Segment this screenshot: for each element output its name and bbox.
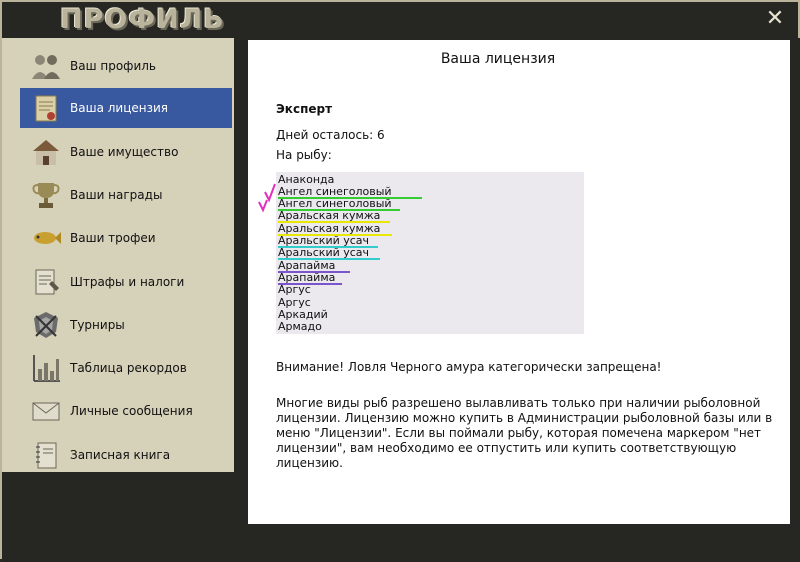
license-level: Эксперт: [276, 102, 333, 116]
fish-trophy-icon: [24, 219, 68, 257]
sidebar-item-notebook[interactable]: Записная книга: [20, 435, 232, 475]
sidebar-item-label: Ваша лицензия: [70, 101, 168, 115]
highlight-underline: [278, 271, 350, 273]
highlight-underline: [278, 283, 342, 285]
bar-chart-icon: [24, 349, 68, 387]
sidebar-item-label: Штрафы и налоги: [70, 275, 185, 289]
list-item[interactable]: Армадо: [278, 321, 322, 333]
sidebar-item-label: Ваши трофеи: [70, 231, 156, 245]
highlight-underline: [278, 234, 392, 236]
tournament-emblem-icon: [24, 306, 68, 344]
sidebar-item-label: Ваши награды: [70, 188, 163, 202]
sidebar: Ваш профиль Ваша лицензия Ваше имущество…: [20, 38, 234, 482]
days-left-text: Дней осталось: 6: [276, 128, 385, 142]
handwritten-checkmark: [258, 183, 276, 213]
license-document-icon: [24, 89, 68, 127]
sidebar-item-messages[interactable]: Личные сообщения: [20, 391, 232, 431]
house-icon: [24, 133, 68, 171]
sidebar-item-label: Записная книга: [70, 448, 171, 462]
notebook-icon: [24, 436, 68, 474]
sidebar-item-label: Личные сообщения: [70, 404, 193, 418]
highlight-underline: [278, 258, 380, 260]
fine-document-icon: [24, 263, 68, 301]
window-title: ПРОФИЛЬ: [60, 4, 225, 35]
sidebar-item-label: Турниры: [70, 318, 125, 332]
sidebar-item-license[interactable]: Ваша лицензия: [20, 88, 232, 128]
highlight-underline: [278, 246, 378, 248]
list-item[interactable]: Аргус: [278, 284, 311, 296]
sidebar-item-property[interactable]: Ваше имущество: [20, 132, 232, 172]
page-title: Ваша лицензия: [440, 51, 556, 67]
sidebar-item-records[interactable]: Таблица рекордов: [20, 348, 232, 388]
trophy-cup-icon: [24, 176, 68, 214]
fish-list-label: На рыбу:: [276, 148, 332, 162]
highlight-underline: [278, 221, 390, 223]
sidebar-item-label: Таблица рекордов: [70, 361, 187, 375]
highlight-underline: [278, 197, 422, 199]
highlight-underline: [278, 209, 400, 211]
envelope-icon: [24, 392, 68, 430]
sidebar-item-awards[interactable]: Ваши награды: [20, 175, 232, 215]
sidebar-item-label: Ваш профиль: [70, 59, 156, 73]
license-info-text: Многие виды рыб разрешено вылавливать то…: [276, 396, 773, 470]
fish-list[interactable]: Анаконда Ангел синеголовый Ангел синегол…: [276, 172, 584, 334]
sidebar-item-tournaments[interactable]: Турниры: [20, 305, 232, 345]
sidebar-item-profile[interactable]: Ваш профиль: [20, 46, 232, 86]
license-panel: Ваша лицензия Эксперт Дней осталось: 6 Н…: [248, 40, 790, 524]
sidebar-item-fines[interactable]: Штрафы и налоги: [20, 262, 232, 302]
sidebar-item-label: Ваше имущество: [70, 145, 179, 159]
warning-text: Внимание! Ловля Черного амура категориче…: [276, 360, 662, 374]
people-icon: [24, 47, 68, 85]
window-frame: ПРОФИЛЬ ✕ Ваш профиль Ваша лицензия Ваше…: [0, 0, 800, 562]
sidebar-item-trophies[interactable]: Ваши трофеи: [20, 218, 232, 258]
